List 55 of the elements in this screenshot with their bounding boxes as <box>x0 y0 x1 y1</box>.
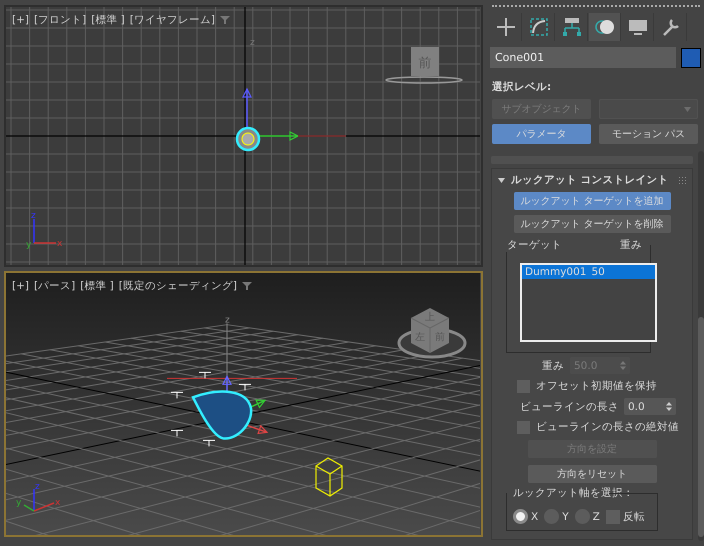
radio-label[interactable]: Y <box>562 510 569 522</box>
checkbox-label[interactable]: ビューラインの長さの絶対値 <box>536 420 679 434</box>
axis-label: y <box>26 240 32 250</box>
viewport-menu-label[interactable]: [ワイヤフレーム] <box>130 13 215 27</box>
viewport-menu-label[interactable]: [標準 ] <box>80 279 114 293</box>
target-button[interactable]: ルックアット ターゲットを削除 <box>514 215 671 233</box>
axis-label: z <box>225 315 230 326</box>
scrollbar[interactable] <box>698 151 704 541</box>
plus-icon <box>494 16 516 38</box>
target-list-row[interactable]: Dummy001 50 <box>522 265 655 279</box>
axis-label: x <box>55 498 60 508</box>
dummy-box-drawing[interactable] <box>315 457 343 497</box>
transform-gizmo-drawing[interactable] <box>242 88 346 141</box>
expand-triangle-icon[interactable] <box>498 178 505 182</box>
axis-label: y <box>16 498 22 508</box>
radio-label[interactable]: X <box>531 510 538 522</box>
column-header: 重み <box>618 238 644 252</box>
weight-label: 重み <box>542 358 564 372</box>
selected-cone-drawing[interactable] <box>170 372 268 447</box>
radio-button[interactable] <box>513 509 528 524</box>
axis-label: z <box>31 211 36 221</box>
axis-tripod-drawing <box>33 219 56 244</box>
list-cell-text: 50 <box>590 266 606 278</box>
viewline-length-label: ビューラインの長さ <box>520 400 619 414</box>
object-name-field[interactable]: Cone001 <box>490 47 676 68</box>
viewline-length-spinner[interactable]: 0.0 <box>624 398 676 415</box>
object-color-swatch[interactable] <box>681 48 701 68</box>
viewcube-drawing[interactable] <box>385 47 463 84</box>
radio-label[interactable]: Z <box>592 510 600 522</box>
list-cell-text: Dummy001 <box>524 266 588 278</box>
axis-label: x <box>57 239 62 249</box>
dropdown-caret-icon <box>684 106 691 112</box>
mode-button[interactable]: モーション パス <box>599 124 698 144</box>
cone-drawing[interactable] <box>236 126 260 152</box>
selection-level-label: 選択レベル: <box>492 80 552 94</box>
viewport-menu-label[interactable]: [パース] <box>34 279 76 293</box>
viewport-menu-label[interactable]: [+] <box>12 14 29 26</box>
orientation-button[interactable]: 方向をリセット <box>528 465 657 483</box>
filter-icon[interactable] <box>220 15 230 25</box>
filter-icon[interactable] <box>242 281 252 291</box>
viewport-menu-label[interactable]: [フロント] <box>34 13 86 27</box>
rollout-title[interactable]: ルックアット コンストレイント <box>511 173 674 187</box>
command-panel-tab[interactable] <box>589 13 621 41</box>
axis-label: z <box>35 482 40 492</box>
axis-tripod-drawing <box>24 489 54 512</box>
target-list[interactable]: Dummy001 50 <box>520 263 657 342</box>
axis-label: z <box>250 38 255 48</box>
viewport-menu-label[interactable]: [既定のシェーディング] <box>118 279 237 293</box>
hierarchy-icon <box>560 16 582 38</box>
checkbox-label[interactable]: オフセット初期値を保持 <box>536 379 657 393</box>
viewport-menu-label[interactable]: [+] <box>12 280 29 292</box>
curve-icon <box>528 16 550 38</box>
viewport-menu-label[interactable]: [標準 ] <box>91 13 125 27</box>
checkbox-label[interactable]: 反転 <box>622 510 645 524</box>
panel-grip[interactable] <box>492 5 700 10</box>
